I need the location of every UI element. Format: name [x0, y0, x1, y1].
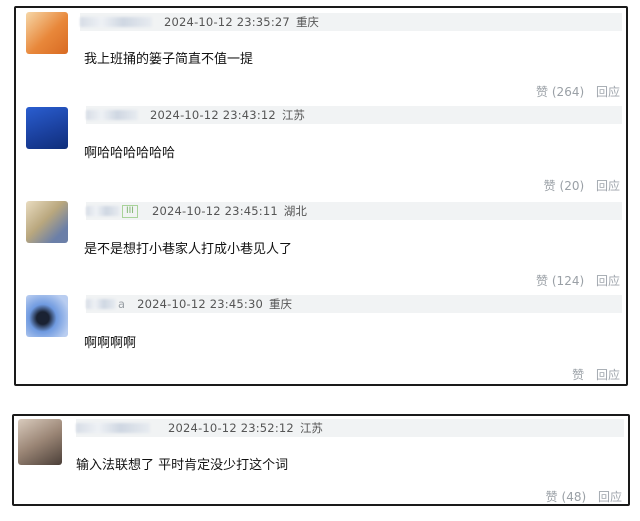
region: 湖北 — [283, 204, 307, 218]
username[interactable] — [86, 206, 120, 216]
comment-actions: 赞 (264) 回应 — [528, 83, 620, 100]
like-button[interactable]: 赞 (20) — [544, 179, 584, 193]
avatar[interactable] — [26, 107, 68, 149]
comment-meta: 2024-10-12 23:35:27 重庆 — [80, 13, 622, 31]
comment-text: 啊哈哈哈哈哈哈 — [84, 146, 176, 161]
username[interactable] — [80, 17, 152, 27]
reply-button[interactable]: 回应 — [596, 85, 620, 99]
timestamp: 2024-10-12 23:43:12 — [150, 108, 276, 122]
like-count: (264) — [551, 85, 585, 99]
comment-text: 我上班捅的篓子简直不值一提 — [84, 52, 254, 67]
comment-actions: 赞 (124) 回应 — [528, 272, 620, 289]
avatar[interactable] — [18, 419, 62, 465]
timestamp: 2024-10-12 23:45:30 — [137, 297, 263, 311]
like-button[interactable]: 赞 (124) — [536, 274, 584, 288]
comment-meta: a 2024-10-12 23:45:30 重庆 — [86, 295, 622, 313]
comment-meta: 2024-10-12 23:52:12 江苏 — [76, 419, 624, 437]
timestamp: 2024-10-12 23:35:27 — [164, 15, 290, 29]
comment-meta: III 2024-10-12 23:45:11 湖北 — [86, 202, 622, 220]
comment-panel-second: 2024-10-12 23:52:12 江苏 输入法联想了 平时肯定没少打这个词… — [12, 414, 630, 506]
region: 江苏 — [281, 108, 305, 122]
like-count: (20) — [559, 179, 585, 193]
avatar[interactable] — [26, 12, 68, 54]
comment-actions: 赞 回应 — [564, 366, 620, 383]
like-label: 赞 — [543, 179, 556, 193]
reply-button[interactable]: 回应 — [598, 490, 622, 504]
comment-actions: 赞 (48) 回应 — [538, 488, 622, 505]
username-suffix: a — [118, 297, 126, 311]
avatar[interactable] — [26, 295, 68, 337]
reply-button[interactable]: 回应 — [596, 274, 620, 288]
user-badge: III — [122, 204, 138, 218]
like-label: 赞 — [536, 274, 549, 288]
comment-item: 2024-10-12 23:35:27 重庆 我上班捅的篓子简直不值一提 赞 (… — [16, 8, 626, 100]
like-count: (124) — [551, 274, 585, 288]
comment-meta: 2024-10-12 23:43:12 江苏 — [86, 106, 622, 124]
username[interactable] — [86, 110, 138, 120]
like-label: 赞 — [536, 85, 549, 99]
comment-item: 2024-10-12 23:52:12 江苏 输入法联想了 平时肯定没少打这个词… — [14, 416, 628, 504]
avatar[interactable] — [26, 201, 68, 243]
region: 江苏 — [299, 421, 323, 435]
like-button[interactable]: 赞 (264) — [536, 85, 584, 99]
timestamp: 2024-10-12 23:52:12 — [168, 421, 294, 435]
region: 重庆 — [269, 297, 292, 311]
comment-text: 啊啊啊啊 — [84, 336, 137, 351]
comment-actions: 赞 (20) 回应 — [536, 177, 620, 194]
like-count: (48) — [561, 490, 587, 504]
like-label: 赞 — [572, 368, 585, 382]
comment-item: a 2024-10-12 23:45:30 重庆 啊啊啊啊 赞 回应 — [16, 290, 626, 384]
reply-button[interactable]: 回应 — [596, 179, 620, 193]
region: 重庆 — [295, 15, 319, 29]
comment-panel-main: 2024-10-12 23:35:27 重庆 我上班捅的篓子简直不值一提 赞 (… — [14, 6, 628, 386]
timestamp: 2024-10-12 23:45:11 — [151, 204, 278, 218]
reply-button[interactable]: 回应 — [596, 368, 620, 382]
username[interactable] — [76, 423, 150, 433]
like-label: 赞 — [545, 490, 558, 504]
like-button[interactable]: 赞 — [572, 368, 584, 382]
comment-text: 是不是想打小巷家人打成小巷见人了 — [84, 242, 293, 257]
comment-item: 2024-10-12 23:43:12 江苏 啊哈哈哈哈哈哈 赞 (20) 回应 — [16, 102, 626, 194]
like-button[interactable]: 赞 (48) — [546, 490, 586, 504]
comment-text: 输入法联想了 平时肯定没少打这个词 — [76, 458, 289, 473]
comment-item: III 2024-10-12 23:45:11 湖北 是不是想打小巷家人打成小巷… — [16, 196, 626, 288]
username[interactable] — [86, 299, 116, 309]
